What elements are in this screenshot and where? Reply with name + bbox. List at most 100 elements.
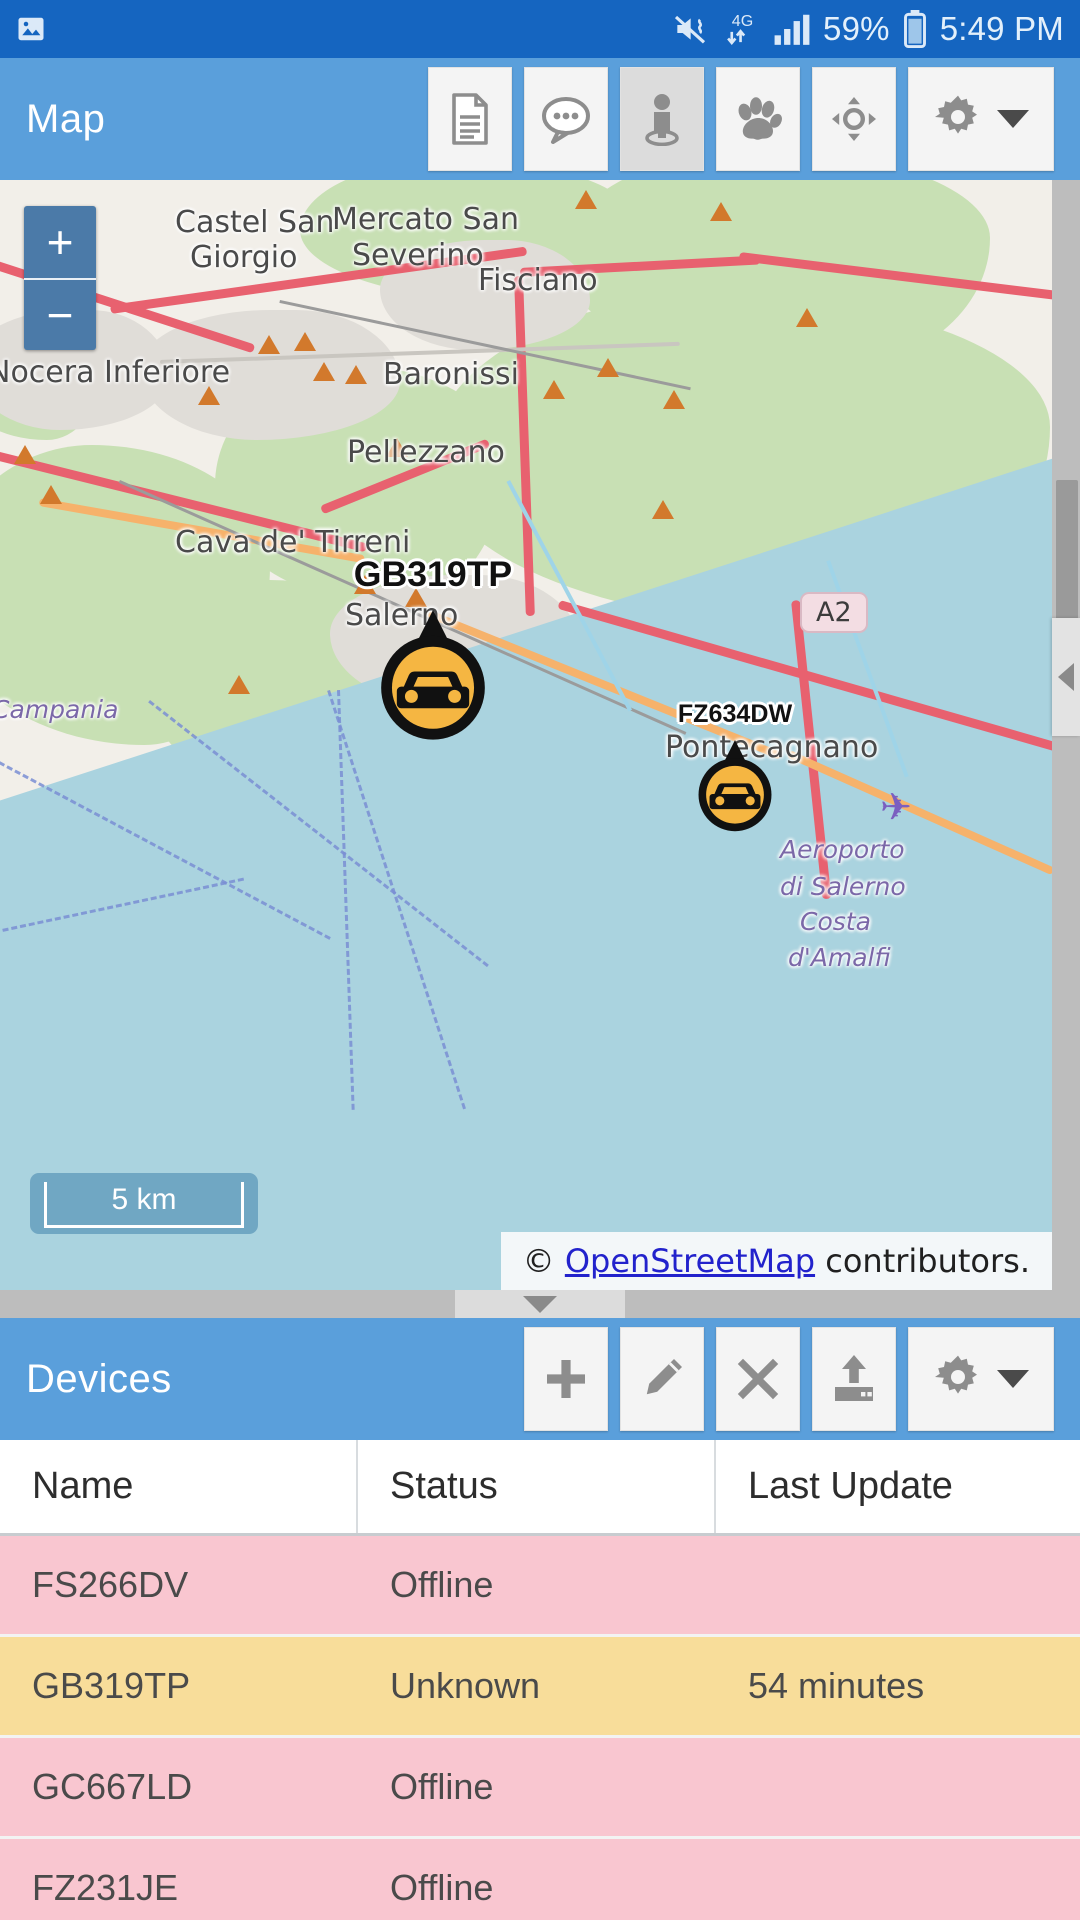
svg-text:4G: 4G: [732, 12, 753, 30]
table-body: FS266DV Offline GB319TP Unknown 54 minutes GC…: [0, 1536, 1080, 1920]
map-peak-icon: [652, 500, 674, 519]
cell-device-status: Offline: [390, 1867, 494, 1908]
map-scale-bar: 5 km: [30, 1173, 258, 1234]
map-peak-icon: [228, 675, 250, 694]
chevron-left-icon: [1058, 663, 1074, 691]
column-header-status[interactable]: Status: [358, 1440, 716, 1533]
chevron-down-icon: [997, 110, 1029, 128]
map-place-label: Pellezzano: [347, 435, 505, 470]
map-settings-button[interactable]: [908, 67, 1054, 171]
chevron-down-icon: [523, 1295, 557, 1313]
map-attribution: © OpenStreetMap contributors.: [500, 1232, 1052, 1290]
street-view-icon[interactable]: [620, 67, 704, 171]
paw-icon[interactable]: [716, 67, 800, 171]
cell-device-name: GB319TP: [32, 1665, 191, 1706]
upload-icon: [835, 1355, 873, 1401]
map-panel-header: Map: [0, 58, 1080, 180]
car-marker-icon[interactable]: [697, 740, 773, 838]
signal-bars-icon: [773, 13, 811, 45]
android-status-bar: 4G 59% 5:49 PM: [0, 0, 1080, 58]
map-peak-icon: [294, 332, 316, 351]
map-place-label: Nocera Inferiore: [0, 355, 231, 390]
mute-vibrate-icon: [673, 13, 711, 45]
cell-device-status: Unknown: [390, 1665, 541, 1706]
device-settings-button[interactable]: [908, 1327, 1054, 1431]
map-peak-icon: [796, 308, 818, 327]
map-peak-icon: [663, 390, 685, 409]
map-title: Map: [26, 96, 106, 141]
cell-device-name: FS266DV: [32, 1564, 189, 1605]
upload-device-button[interactable]: [812, 1327, 896, 1431]
panel-splitter[interactable]: [0, 1290, 1080, 1318]
devices-table: Name Status Last Update FS266DV Offline GB…: [0, 1440, 1080, 1920]
copyright-symbol: ©: [522, 1242, 555, 1280]
column-header-name[interactable]: Name: [0, 1440, 358, 1533]
map-peak-icon: [345, 365, 367, 384]
clock: 5:49 PM: [939, 10, 1064, 47]
image-icon: [16, 14, 46, 44]
devices-title: Devices: [26, 1356, 172, 1401]
map-canvas[interactable]: Castel San Giorgio Mercato San Severino Fisc…: [0, 180, 1052, 1290]
map-place-label: Aeroporto: [780, 835, 905, 864]
chat-icon[interactable]: [524, 67, 608, 171]
marker-label: GB319TP: [353, 553, 513, 594]
airport-icon: ✈: [880, 787, 912, 829]
map-place-label: Campania: [0, 695, 119, 724]
map-zoom-control[interactable]: + −: [24, 206, 96, 350]
map-peak-icon: [258, 335, 280, 354]
map-place-label: Giorgio: [190, 240, 298, 275]
map-peak-icon: [40, 485, 62, 504]
crosshair-icon[interactable]: [812, 67, 896, 171]
table-row[interactable]: GC667LD Offline: [0, 1738, 1080, 1836]
map-toolbar: [428, 67, 1080, 171]
map-peak-icon: [597, 358, 619, 377]
attribution-suffix: contributors.: [815, 1242, 1030, 1280]
map-peak-icon: [543, 380, 565, 399]
delete-device-button[interactable]: [716, 1327, 800, 1431]
cell-last-update: 54 minutes: [748, 1665, 925, 1706]
plus-icon: [547, 1360, 585, 1398]
chevron-down-icon: [997, 1370, 1029, 1388]
openstreetmap-link[interactable]: OpenStreetMap: [565, 1242, 815, 1280]
map-peak-icon: [575, 190, 597, 209]
cell-device-name: FZ231JE: [32, 1867, 179, 1908]
edit-device-button[interactable]: [620, 1327, 704, 1431]
gear-icon: [933, 1352, 983, 1407]
battery-icon: [902, 10, 928, 48]
cross-icon: [737, 1358, 779, 1400]
map-place-label: Costa: [800, 907, 871, 936]
add-device-button[interactable]: [524, 1327, 608, 1431]
app-root: 4G 59% 5:49 PM Map Castel San Giorgio Me…: [0, 0, 1080, 1920]
marker-label: FZ634DW: [677, 700, 793, 729]
zoom-in-button[interactable]: +: [24, 206, 96, 278]
pencil-icon: [646, 1359, 682, 1395]
map-place-label: Baronissi: [383, 357, 519, 392]
column-header-last-update[interactable]: Last Update: [716, 1440, 1080, 1533]
cell-device-status: Offline: [390, 1564, 494, 1605]
battery-percent: 59%: [823, 10, 890, 47]
map-place-label: di Salerno: [780, 872, 906, 901]
scale-label: 5 km: [111, 1182, 177, 1216]
splitter-grip[interactable]: [455, 1290, 625, 1318]
map-place-label: Fisciano: [478, 263, 598, 298]
report-icon[interactable]: [428, 67, 512, 171]
side-drawer-handle[interactable]: [1052, 618, 1080, 736]
table-row[interactable]: FZ231JE Offline: [0, 1839, 1080, 1920]
cell-device-status: Offline: [390, 1766, 494, 1807]
network-type-icon: 4G: [723, 10, 761, 48]
table-row[interactable]: FS266DV Offline: [0, 1536, 1080, 1634]
cell-device-name: GC667LD: [32, 1766, 193, 1807]
road-shield: A2: [800, 592, 868, 633]
map-place-label: d'Amalfi: [788, 943, 891, 972]
map-peak-icon: [710, 202, 732, 221]
zoom-out-button[interactable]: −: [24, 278, 96, 350]
status-left-icons: [16, 14, 46, 44]
map-peak-icon: [14, 445, 36, 464]
status-right-icons: 4G 59% 5:49 PM: [673, 10, 1064, 48]
table-row[interactable]: GB319TP Unknown 54 minutes: [0, 1637, 1080, 1735]
table-header-row: Name Status Last Update: [0, 1440, 1080, 1536]
devices-toolbar: [524, 1327, 1080, 1431]
map-place-label: Severino: [352, 238, 484, 273]
devices-panel-header: Devices: [0, 1318, 1080, 1440]
car-marker-icon[interactable]: [379, 610, 487, 747]
